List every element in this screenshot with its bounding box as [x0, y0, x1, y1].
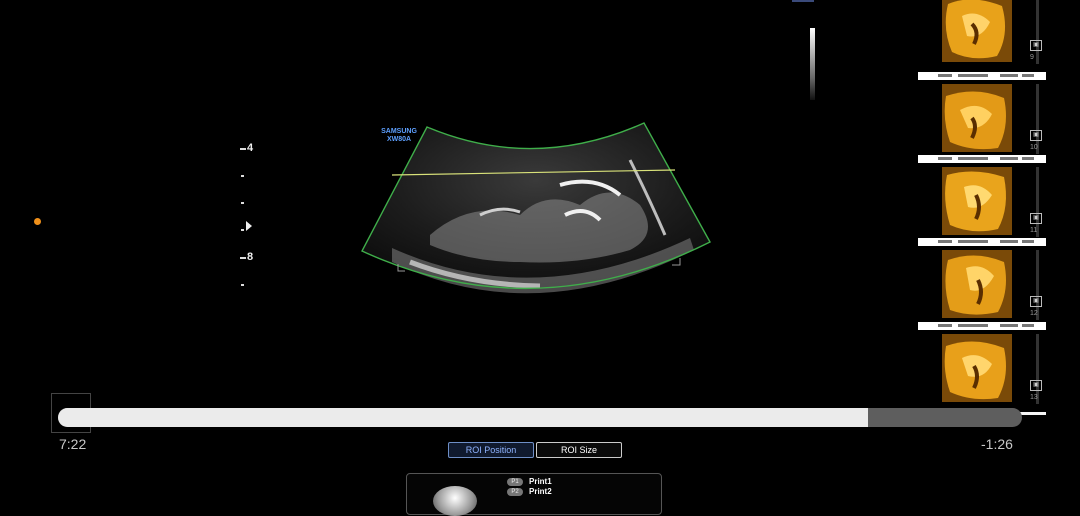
thumbnail-strip: ▣ 9 ▣ 10 ▣ 11 ▣ 12 ▣ 13	[918, 0, 1046, 415]
thumbnail-info-bar	[918, 155, 1046, 163]
thumbnail-11[interactable]: ▣ 11	[918, 163, 1046, 245]
camera-icon[interactable]: ▣	[1030, 296, 1042, 307]
video-progress-bar[interactable]	[58, 408, 1022, 427]
p1-badge: P1	[507, 478, 523, 486]
gray-scale-bar	[810, 28, 815, 100]
depth-label-4: 4	[247, 142, 254, 154]
thumbnail-number: 10	[1030, 144, 1038, 151]
thumbnail-render	[942, 334, 1012, 402]
thumbnail-render	[942, 250, 1012, 318]
thumbnail-info-bar	[918, 322, 1046, 330]
camera-icon[interactable]: ▣	[1030, 40, 1042, 51]
roi-size-button[interactable]: ROI Size	[536, 442, 622, 458]
print-panel: P1 Print1 P2 Print2	[406, 473, 662, 516]
depth-label-8: 8	[247, 251, 254, 263]
thumbnail-render	[942, 84, 1012, 152]
thumbnail-10[interactable]: ▣ 10	[918, 80, 1046, 162]
depth-tick	[241, 229, 244, 231]
thumbnail-9[interactable]: ▣ 9	[918, 0, 1046, 72]
indicator-dot	[34, 218, 41, 225]
thumbnail-12[interactable]: ▣ 12	[918, 246, 1046, 328]
thumbnail-number: 13	[1030, 394, 1038, 401]
focus-marker-icon	[246, 221, 252, 231]
thumbnail-scrollbar	[1036, 0, 1039, 64]
roi-position-button[interactable]: ROI Position	[448, 442, 534, 458]
p2-badge: P2	[507, 488, 523, 496]
print2-button[interactable]: Print2	[529, 487, 552, 496]
top-marker	[792, 0, 814, 2]
thumbnail-number: 12	[1030, 310, 1038, 317]
thumbnail-number: 9	[1030, 54, 1034, 61]
ultrasound-scan-image[interactable]	[355, 118, 715, 298]
thumbnail-render	[942, 167, 1012, 235]
camera-icon[interactable]: ▣	[1030, 130, 1042, 141]
thumbnail-info-bar	[918, 238, 1046, 246]
depth-tick	[240, 148, 246, 150]
thumbnail-render	[942, 0, 1012, 62]
thumbnail-info-bar	[918, 72, 1046, 80]
knob-icon[interactable]	[433, 486, 477, 516]
elapsed-time: 7:22	[59, 436, 87, 452]
depth-tick	[240, 257, 246, 259]
camera-icon[interactable]: ▣	[1030, 213, 1042, 224]
thumbnail-number: 11	[1030, 227, 1038, 234]
depth-tick	[241, 284, 244, 286]
print1-button[interactable]: Print1	[529, 477, 552, 486]
camera-icon[interactable]: ▣	[1030, 380, 1042, 391]
remaining-time: -1:26	[981, 436, 1013, 452]
thumbnail-13[interactable]: ▣ 13	[918, 330, 1046, 412]
video-progress-fill	[58, 408, 868, 427]
depth-tick	[241, 175, 244, 177]
depth-tick	[241, 202, 244, 204]
